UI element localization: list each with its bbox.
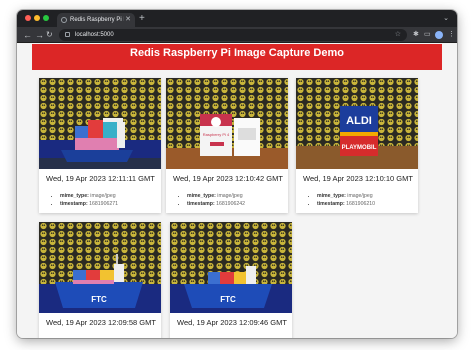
image-card: Wed, 19 Apr 2023 12:11:11 GMT mime_type:… (39, 78, 161, 213)
browser-tab[interactable]: Redis Raspberry Pi Image Captu ✕ (57, 13, 135, 27)
back-arrow-icon[interactable]: ← (23, 27, 32, 43)
timestamp-value: 1681906271 (89, 201, 118, 207)
timestamp-value: 1681906210 (346, 201, 375, 207)
close-icon[interactable]: ✕ (125, 13, 131, 27)
forward-arrow-icon[interactable]: → (35, 27, 44, 43)
image-card: Raspberry Pi 4 Wed, 19 Apr 2023 12:10:42… (166, 78, 288, 213)
tab-overflow-icon[interactable]: ⌄ (443, 12, 449, 26)
metadata-list: mime_type: image/jpeg timestamp: 1681906… (317, 192, 412, 208)
list-item: mime_type: image/jpeg (60, 192, 155, 200)
mime-value: image/jpeg (347, 193, 373, 199)
captured-photo[interactable]: ALDI PLAYMOBIL (296, 78, 418, 169)
rpi-box-text: Raspberry Pi 4 (203, 132, 230, 137)
image-card: FTC Wed, 19 Apr 2023 12:09:46 GMT (170, 222, 292, 338)
tab-bar: Redis Raspberry Pi Image Captu ✕ + ⌄ (17, 10, 457, 27)
list-item: mime_type: image/jpeg (317, 192, 412, 200)
star-icon[interactable]: ☆ (395, 29, 401, 41)
capture-date: Wed, 19 Apr 2023 12:11:11 GMT (46, 174, 155, 183)
list-item: timestamp: 1681906242 (187, 200, 282, 208)
mime-label: mime_type: (317, 193, 346, 199)
list-item: timestamp: 1681906210 (317, 200, 412, 208)
list-item: timestamp: 1681906271 (60, 200, 155, 208)
captured-photo[interactable]: Raspberry Pi 4 (166, 78, 288, 169)
metadata-list: mime_type: image/jpeg timestamp: 1681906… (187, 192, 282, 208)
browser-toolbar: ← → ↻ localhost:5000 ☆ ✱ ▭ ⋮ (17, 27, 457, 43)
ftc-boat-text: FTC (220, 295, 236, 304)
capture-date: Wed, 19 Apr 2023 12:09:58 GMT (46, 318, 156, 327)
avatar[interactable] (435, 31, 443, 39)
capture-date: Wed, 19 Apr 2023 12:09:46 GMT (177, 318, 287, 327)
minimize-window-button[interactable] (34, 15, 40, 21)
browser-window: Redis Raspberry Pi Image Captu ✕ + ⌄ ← →… (17, 10, 457, 338)
page-title: Redis Raspberry Pi Image Capture Demo (32, 44, 442, 70)
image-card: FTC Wed, 19 Apr 2023 12:09:58 GMT (39, 222, 161, 338)
playmobil-box-text: PLAYMOBIL (342, 145, 377, 151)
mime-value: image/jpeg (90, 193, 116, 199)
reload-icon[interactable]: ↻ (46, 27, 53, 43)
plus-icon[interactable]: + (139, 12, 145, 26)
menu-icon[interactable]: ⋮ (448, 27, 455, 43)
favicon-icon (61, 17, 67, 23)
extension-icon[interactable]: ✱ (413, 27, 419, 43)
list-item: mime_type: image/jpeg (187, 192, 282, 200)
ftc-boat-text: FTC (91, 295, 107, 304)
tab-title: Redis Raspberry Pi Image Captu (70, 17, 124, 23)
address-bar[interactable]: localhost:5000 ☆ (59, 29, 407, 41)
image-card: ALDI PLAYMOBIL Wed, 19 Apr 2023 12:10:10… (296, 78, 418, 213)
close-window-button[interactable] (25, 15, 31, 21)
mime-label: mime_type: (60, 193, 89, 199)
timestamp-value: 1681906242 (216, 201, 245, 207)
captured-photo[interactable]: FTC (170, 222, 292, 313)
timestamp-label: timestamp: (60, 201, 88, 207)
aldi-box-text: ALDI (346, 115, 372, 127)
captured-photo[interactable] (39, 78, 161, 169)
maximize-window-button[interactable] (43, 15, 49, 21)
mime-label: mime_type: (187, 193, 216, 199)
sidebar-icon[interactable]: ▭ (424, 27, 431, 43)
capture-date: Wed, 19 Apr 2023 12:10:42 GMT (173, 174, 283, 183)
mime-value: image/jpeg (217, 193, 243, 199)
timestamp-label: timestamp: (187, 201, 215, 207)
page-content: Redis Raspberry Pi Image Capture Demo We… (17, 44, 457, 338)
lock-icon[interactable] (65, 32, 70, 37)
timestamp-label: timestamp: (317, 201, 345, 207)
capture-date: Wed, 19 Apr 2023 12:10:10 GMT (303, 174, 413, 183)
url-text: localhost:5000 (75, 32, 114, 38)
metadata-list: mime_type: image/jpeg timestamp: 1681906… (60, 192, 155, 208)
captured-photo[interactable]: FTC (39, 222, 161, 313)
